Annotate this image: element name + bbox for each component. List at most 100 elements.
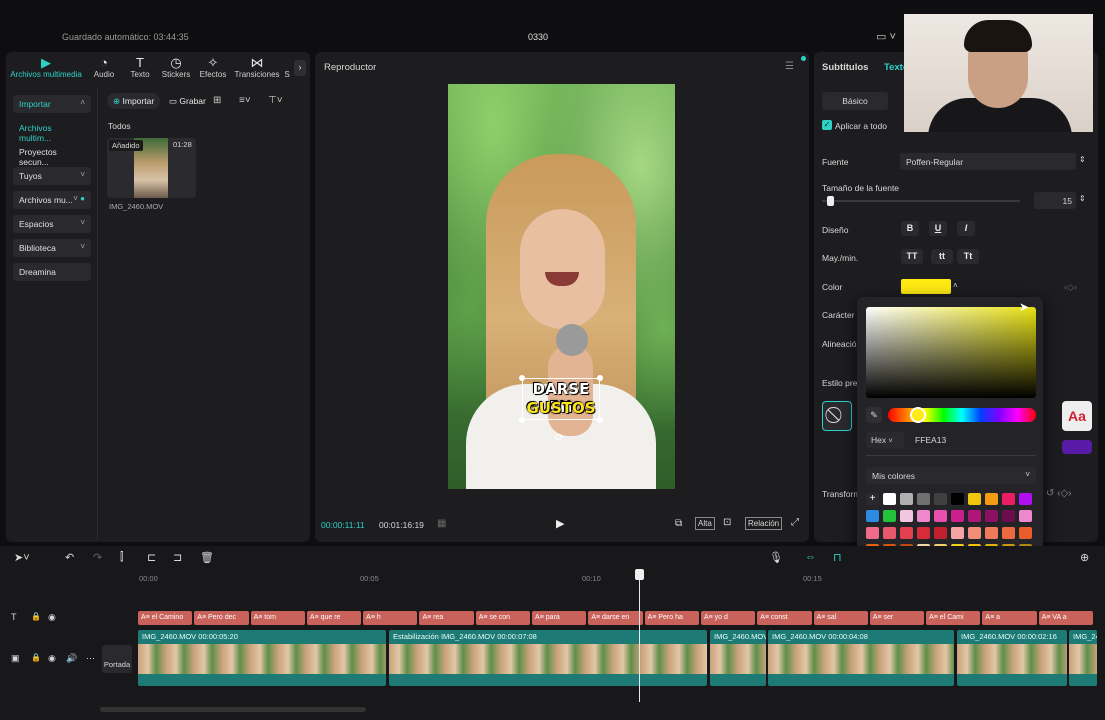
apply-all-checkbox[interactable]: ✓ xyxy=(822,120,832,130)
import-button[interactable]: ⊕ Importar xyxy=(107,93,161,109)
text-clip[interactable]: A≡ a xyxy=(982,611,1037,625)
text-clip[interactable]: A≡ yo d xyxy=(700,611,756,625)
saturation-value-area[interactable] xyxy=(866,307,1036,398)
color-swatch[interactable] xyxy=(883,510,896,522)
crop-icon[interactable]: ⧉ xyxy=(675,518,682,529)
microphone-icon[interactable]: 🎙 xyxy=(769,551,783,564)
text-clip[interactable]: A≡ Pero ha xyxy=(644,611,699,625)
color-swatch[interactable] xyxy=(951,510,964,522)
tab-effects[interactable]: ✧ Efectos xyxy=(193,56,233,80)
sidebar-item-library[interactable]: Biblioteca ˅ xyxy=(13,239,91,257)
color-swatch[interactable] xyxy=(951,527,964,539)
text-clip[interactable]: A≡ se con xyxy=(475,611,531,625)
video-clip[interactable]: IMG_24 xyxy=(1069,630,1097,686)
menu-icon[interactable]: ☰ xyxy=(785,61,794,72)
lock-icon[interactable]: 🔒 xyxy=(31,612,41,621)
zoom-in-icon[interactable]: ⊕ xyxy=(1080,551,1089,564)
sidebar-item-media-more[interactable]: Archivos mu... ˅ ● xyxy=(13,191,91,209)
lock-icon[interactable]: 🔒 xyxy=(31,653,41,662)
redo-icon[interactable]: ↷ xyxy=(93,551,102,564)
video-clip[interactable]: IMG_2460.MOV 00:00:04:08 xyxy=(768,630,954,686)
color-swatch[interactable] xyxy=(985,527,998,539)
color-swatch[interactable] xyxy=(1019,510,1032,522)
color-swatch[interactable] xyxy=(1019,493,1032,505)
video-clip[interactable]: IMG_2460.MOV 00:00:02:16 xyxy=(957,630,1067,686)
color-swatch-button[interactable] xyxy=(901,279,951,294)
tab-audio[interactable]: ◔ Audio xyxy=(84,56,124,80)
text-clip[interactable]: A≡ ser xyxy=(869,611,925,625)
color-swatch[interactable] xyxy=(883,493,896,505)
timeline-scrollbar[interactable] xyxy=(100,707,366,712)
trim-left-icon[interactable]: ⊏ xyxy=(147,551,156,564)
tab-stickers[interactable]: ◷ Stickers xyxy=(156,56,196,80)
text-clip[interactable]: A≡ el Camino xyxy=(138,611,193,625)
video-clip[interactable]: IMG_2460.MOV 00:00:05:20 xyxy=(138,630,386,686)
grid-view-icon[interactable]: ⊞ xyxy=(213,95,221,106)
tab-subtitles[interactable]: Subtítulos xyxy=(822,62,868,73)
color-swatch[interactable] xyxy=(917,493,930,505)
trim-right-icon[interactable]: ⊐ xyxy=(173,551,182,564)
quality-button[interactable]: Alta xyxy=(695,517,715,530)
fullscreen-target-icon[interactable]: ⊡ xyxy=(723,517,731,528)
color-swatch[interactable] xyxy=(934,527,947,539)
reset-icon[interactable]: ↺ ‹◇› xyxy=(1046,488,1072,499)
rotate-handle-icon[interactable]: ⟳ xyxy=(555,431,564,444)
resize-handle[interactable] xyxy=(597,417,603,423)
split-icon[interactable]: ⫿ xyxy=(120,551,124,564)
audio-mute-icon[interactable]: 🔊 xyxy=(66,653,77,664)
delete-icon[interactable]: 🗑 xyxy=(200,551,214,564)
playhead-handle[interactable] xyxy=(635,569,644,580)
font-size-slider[interactable] xyxy=(822,200,1020,202)
color-swatch[interactable] xyxy=(968,510,981,522)
playhead[interactable] xyxy=(639,570,640,702)
text-clip[interactable]: A≡ el Cami xyxy=(926,611,981,625)
link-icon[interactable]: ⇔ xyxy=(805,551,816,563)
add-color-button[interactable]: + xyxy=(866,493,879,505)
magnet-icon[interactable]: ⊓ xyxy=(833,551,842,564)
video-clip[interactable]: Estabilización IMG_2460.MOV 00:00:07:08 xyxy=(389,630,707,686)
sidebar-item-secondary-projects[interactable]: Proyectos secun... xyxy=(13,143,91,167)
chevron-up-icon[interactable]: ˄ xyxy=(953,281,958,290)
color-swatch[interactable] xyxy=(985,493,998,505)
color-swatch[interactable] xyxy=(1002,527,1015,539)
undo-icon[interactable]: ↶ xyxy=(65,551,74,564)
sidebar-item-import[interactable]: Importar ˄ xyxy=(13,95,91,113)
stepper-icon[interactable]: ⇕ xyxy=(1079,194,1086,203)
more-icon[interactable]: ⋯ xyxy=(86,653,95,664)
italic-button[interactable]: I xyxy=(957,221,975,236)
play-icon[interactable]: ▶ xyxy=(556,517,564,530)
titlecase-button[interactable]: Tt xyxy=(957,249,979,264)
my-colors-select[interactable]: Mis colores ˅ xyxy=(866,467,1036,484)
color-swatch[interactable] xyxy=(1019,527,1032,539)
text-clip[interactable]: A≡ Pero dec xyxy=(194,611,249,625)
basic-tab[interactable]: Básico xyxy=(822,92,888,110)
caption-line-2[interactable]: GUSTOS xyxy=(522,399,600,417)
stepper-icon[interactable]: ⇕ xyxy=(1079,155,1086,164)
tab-media[interactable]: ▶ Archivos multimedia xyxy=(8,56,84,80)
tab-transitions[interactable]: ⋈ Transiciones xyxy=(234,56,280,80)
cover-button[interactable]: Portada xyxy=(102,645,132,673)
sidebar-item-yours[interactable]: Tuyos ˅ xyxy=(13,167,91,185)
hue-slider-thumb[interactable] xyxy=(910,407,926,423)
color-swatch[interactable] xyxy=(951,493,964,505)
tabs-scroll-right[interactable]: › xyxy=(294,60,306,76)
eyedropper-icon[interactable]: ✎ xyxy=(866,407,882,423)
tab-more[interactable]: S xyxy=(282,56,292,79)
color-swatch[interactable] xyxy=(900,527,913,539)
text-clip[interactable]: A≡ tom xyxy=(250,611,305,625)
resize-handle[interactable] xyxy=(519,375,525,381)
bold-button[interactable]: B xyxy=(901,221,919,236)
tab-text[interactable]: T Texto xyxy=(120,56,160,80)
text-clip[interactable]: A≡ para xyxy=(532,611,587,625)
style-preset-aa[interactable]: Aa xyxy=(1062,401,1092,431)
uppercase-button[interactable]: TT xyxy=(901,249,923,264)
layout-icon[interactable]: ▭ ˅ xyxy=(876,30,896,43)
text-clip[interactable]: A≡ VA a xyxy=(1038,611,1093,625)
text-clip[interactable]: A≡ darse en xyxy=(588,611,643,625)
lowercase-button[interactable]: tt xyxy=(931,249,953,264)
resize-handle[interactable] xyxy=(597,375,603,381)
style-preset-purple[interactable] xyxy=(1062,440,1092,454)
color-swatch[interactable] xyxy=(1002,493,1015,505)
color-swatch[interactable] xyxy=(968,493,981,505)
color-swatch[interactable] xyxy=(866,510,879,522)
